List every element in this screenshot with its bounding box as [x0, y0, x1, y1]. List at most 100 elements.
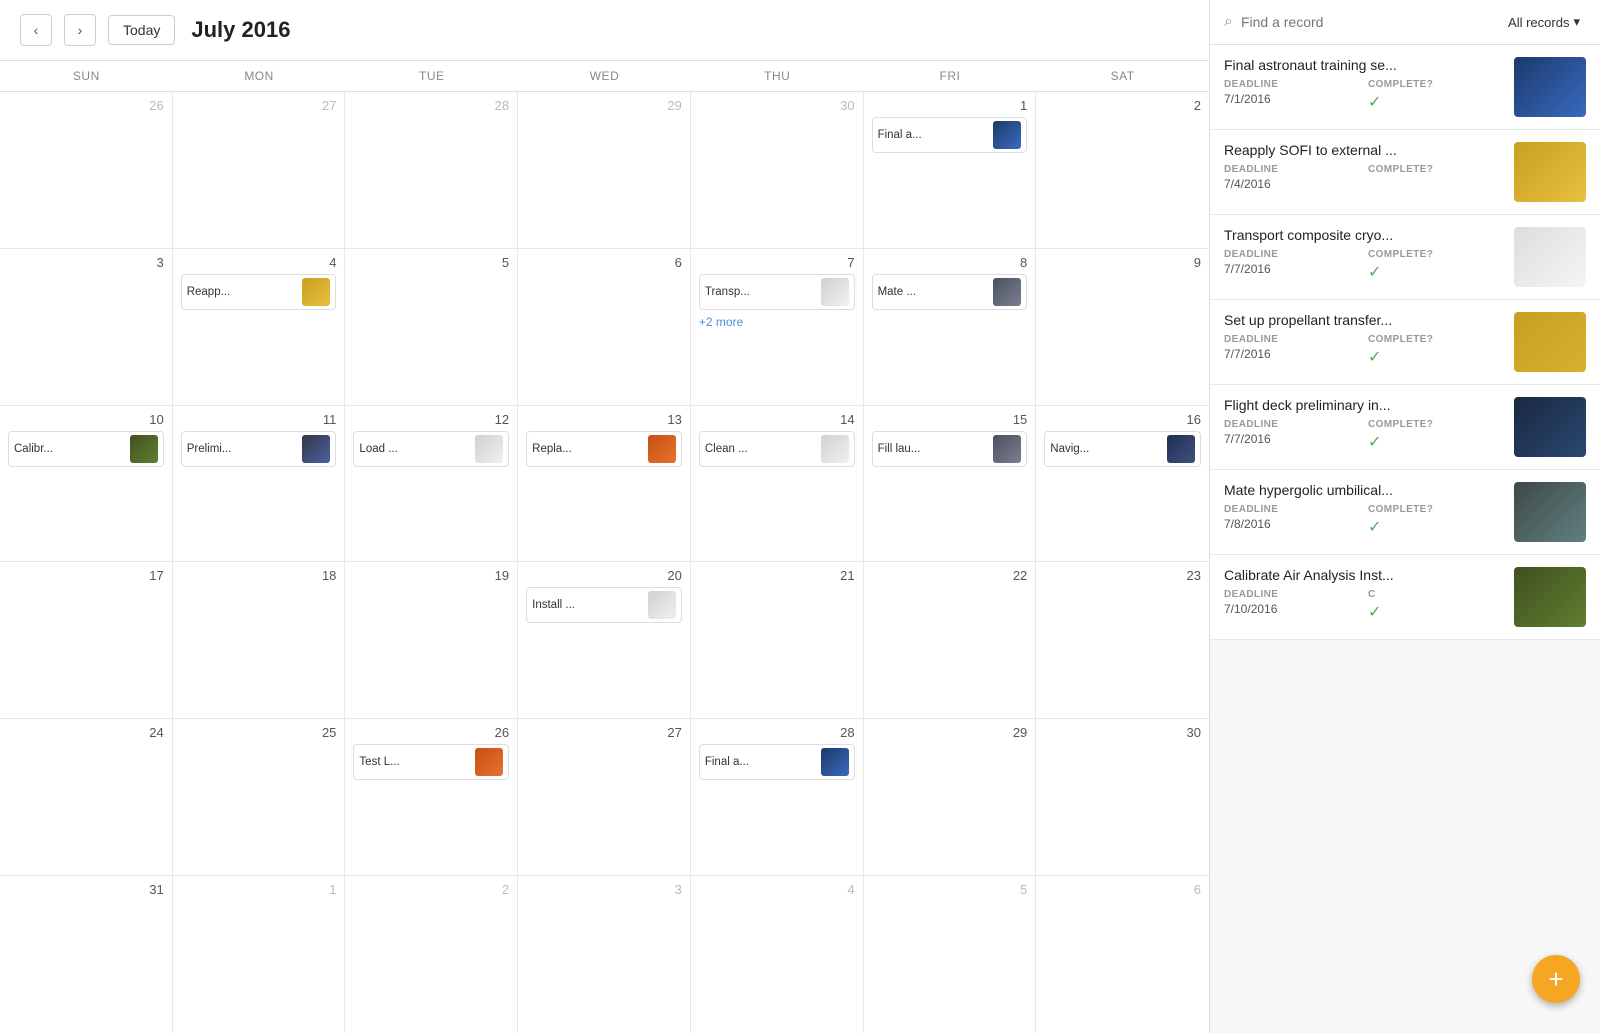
- calendar-cell[interactable]: 21: [691, 562, 864, 718]
- record-meta: DEADLINECOMPLETE?7/7/2016✓: [1224, 249, 1504, 282]
- record-item[interactable]: Transport composite cryo... DEADLINECOMPL…: [1210, 215, 1600, 300]
- event-item[interactable]: Test L...: [353, 744, 509, 780]
- event-item[interactable]: Transp...: [699, 274, 855, 310]
- calendar-cell[interactable]: 11Prelimi...: [173, 406, 346, 562]
- prev-button[interactable]: ‹: [20, 14, 52, 46]
- day-number: 4: [181, 255, 337, 270]
- calendar-cell[interactable]: 3: [0, 249, 173, 405]
- day-headers: SUNMONTUEWEDTHUFRISAT: [0, 61, 1209, 92]
- complete-value: ✓: [1368, 347, 1504, 367]
- record-info: Flight deck preliminary in...DEADLINECOM…: [1224, 397, 1504, 457]
- calendar-cell[interactable]: 30: [1036, 719, 1209, 875]
- record-title: Set up propellant transfer...: [1224, 312, 1504, 328]
- day-number: 15: [872, 412, 1028, 427]
- event-item[interactable]: Repla...: [526, 431, 682, 467]
- calendar-cell[interactable]: 27: [173, 92, 346, 248]
- record-item[interactable]: Calibrate Air Analysis Inst...DEADLINEC7…: [1210, 555, 1600, 640]
- day-number: 24: [8, 725, 164, 740]
- calendar-cell[interactable]: 27: [518, 719, 691, 875]
- calendar-cell[interactable]: 9: [1036, 249, 1209, 405]
- record-item[interactable]: Set up propellant transfer... DEADLINECOM…: [1210, 300, 1600, 385]
- calendar-cell[interactable]: 1: [173, 876, 346, 1033]
- calendar-cell[interactable]: 28: [345, 92, 518, 248]
- calendar-cell[interactable]: 30: [691, 92, 864, 248]
- event-thumbnail: [1167, 435, 1195, 463]
- calendar-cell[interactable]: 31: [0, 876, 173, 1033]
- calendar-cell[interactable]: 2: [345, 876, 518, 1033]
- calendar-cell[interactable]: 5: [864, 876, 1037, 1033]
- calendar-cell[interactable]: 4 Reapp...: [173, 249, 346, 405]
- record-item[interactable]: Mate hypergolic umbilical...DEADLINECOMP…: [1210, 470, 1600, 555]
- day-number: 27: [526, 725, 682, 740]
- record-title: Flight deck preliminary in...: [1224, 397, 1504, 413]
- record-item[interactable]: Final astronaut training se...DEADLINECO…: [1210, 45, 1600, 130]
- calendar-cell[interactable]: 20 Install ...: [518, 562, 691, 718]
- record-info: Transport composite cryo... DEADLINECOMPL…: [1224, 227, 1504, 287]
- calendar-cell[interactable]: 19: [345, 562, 518, 718]
- event-item[interactable]: Clean ...: [699, 431, 855, 467]
- calendar-cell[interactable]: 23: [1036, 562, 1209, 718]
- event-item[interactable]: Mate ...: [872, 274, 1028, 310]
- calendar-cell[interactable]: 2: [1036, 92, 1209, 248]
- event-label: Calibr...: [14, 443, 126, 455]
- calendar-cell[interactable]: 10Calibr...: [0, 406, 173, 562]
- complete-label: COMPLETE?: [1368, 334, 1504, 345]
- more-events-link[interactable]: +2 more: [699, 313, 855, 331]
- calendar-cell[interactable]: 6: [1036, 876, 1209, 1033]
- event-item[interactable]: Install ...: [526, 587, 682, 623]
- week-row-0: 26272829301Final a...2: [0, 92, 1209, 249]
- calendar-cell[interactable]: 24: [0, 719, 173, 875]
- record-title: Transport composite cryo...: [1224, 227, 1504, 243]
- calendar-cell[interactable]: 13Repla...: [518, 406, 691, 562]
- calendar-cell[interactable]: 18: [173, 562, 346, 718]
- calendar-cell[interactable]: 28 Final a...: [691, 719, 864, 875]
- calendar-cell[interactable]: 26Test L...: [345, 719, 518, 875]
- all-records-filter[interactable]: All records ▾: [1502, 10, 1586, 34]
- calendar-cell[interactable]: 4: [691, 876, 864, 1033]
- event-item[interactable]: Final a...: [872, 117, 1028, 153]
- calendar-cell[interactable]: 22: [864, 562, 1037, 718]
- record-item[interactable]: Reapply SOFI to external ...DEADLINECOMP…: [1210, 130, 1600, 215]
- calendar-cell[interactable]: 14Clean ...: [691, 406, 864, 562]
- calendar-cell[interactable]: 5: [345, 249, 518, 405]
- calendar-cell[interactable]: 29: [518, 92, 691, 248]
- event-item[interactable]: Prelimi...: [181, 431, 337, 467]
- day-number: 23: [1044, 568, 1201, 583]
- deadline-value: 7/1/2016: [1224, 92, 1360, 112]
- record-item[interactable]: Flight deck preliminary in...DEADLINECOM…: [1210, 385, 1600, 470]
- day-number: 5: [353, 255, 509, 270]
- search-input[interactable]: [1241, 14, 1494, 30]
- add-record-fab[interactable]: +: [1532, 955, 1580, 1003]
- calendar-cell[interactable]: 7Transp...+2 more: [691, 249, 864, 405]
- day-number: 28: [699, 725, 855, 740]
- calendar-cell[interactable]: 26: [0, 92, 173, 248]
- event-item[interactable]: Fill lau...: [872, 431, 1028, 467]
- calendar-cell[interactable]: 15 Fill lau...: [864, 406, 1037, 562]
- day-number: 20: [526, 568, 682, 583]
- calendar-cell[interactable]: 3: [518, 876, 691, 1033]
- event-item[interactable]: Load ...: [353, 431, 509, 467]
- record-thumbnail: [1514, 567, 1586, 627]
- event-thumbnail: [302, 278, 330, 306]
- event-item[interactable]: Final a...: [699, 744, 855, 780]
- record-meta: DEADLINECOMPLETE?7/7/2016✓: [1224, 334, 1504, 367]
- event-item[interactable]: Navig...: [1044, 431, 1201, 467]
- panel-header: ⌕ All records ▾: [1210, 0, 1600, 45]
- calendar-cell[interactable]: 16Navig...: [1036, 406, 1209, 562]
- calendar-cell[interactable]: 17: [0, 562, 173, 718]
- calendar-cell[interactable]: 1Final a...: [864, 92, 1037, 248]
- calendar-cell[interactable]: 25: [173, 719, 346, 875]
- calendar-cell[interactable]: 8Mate ...: [864, 249, 1037, 405]
- calendar-cell[interactable]: 12Load ...: [345, 406, 518, 562]
- record-title: Final astronaut training se...: [1224, 57, 1504, 73]
- calendar-cell[interactable]: 6: [518, 249, 691, 405]
- event-thumbnail: [302, 435, 330, 463]
- record-thumbnail: [1514, 142, 1586, 202]
- event-item[interactable]: Reapp...: [181, 274, 337, 310]
- next-button[interactable]: ›: [64, 14, 96, 46]
- day-number: 1: [181, 882, 337, 897]
- event-thumbnail: [993, 278, 1021, 306]
- today-button[interactable]: Today: [108, 15, 175, 45]
- calendar-cell[interactable]: 29: [864, 719, 1037, 875]
- event-item[interactable]: Calibr...: [8, 431, 164, 467]
